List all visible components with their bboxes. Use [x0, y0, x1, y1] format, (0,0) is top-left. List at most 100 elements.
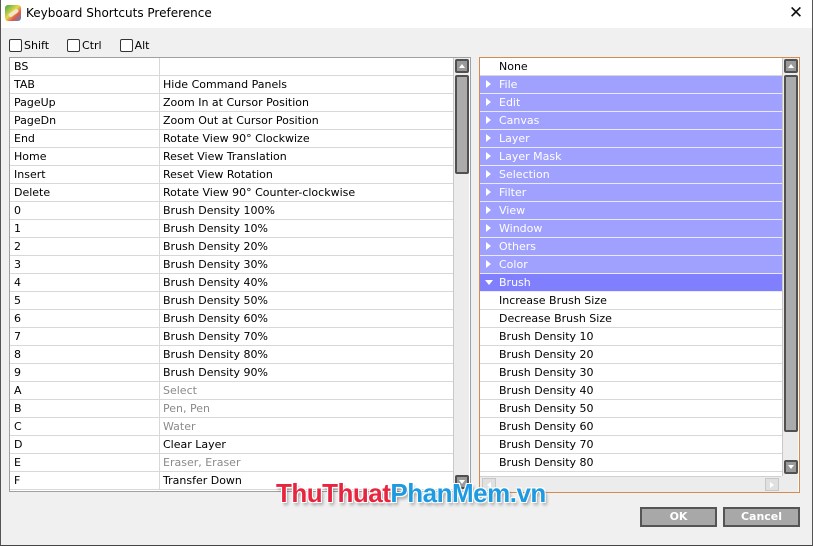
ok-button[interactable]: OK — [640, 507, 717, 527]
shortcut-row[interactable]: 1 Brush Density 10% — [10, 220, 454, 238]
cancel-button[interactable]: Cancel — [723, 507, 800, 527]
shortcut-action[interactable]: Eraser, Eraser — [160, 454, 454, 471]
shortcut-row[interactable]: Insert Reset View Rotation — [10, 166, 454, 184]
shortcut-row[interactable]: E Eraser, Eraser — [10, 454, 454, 472]
shortcut-row[interactable]: 3 Brush Density 30% — [10, 256, 454, 274]
tree-item[interactable]: Brush Density 40 — [480, 382, 782, 400]
tree-category[interactable]: Color — [480, 256, 782, 274]
shift-checkbox[interactable] — [9, 38, 22, 52]
shortcut-row[interactable]: 8 Brush Density 80% — [10, 346, 454, 364]
shortcut-action[interactable]: Brush Density 50% — [160, 292, 454, 309]
tree-label: Brush Density 20 — [499, 348, 594, 361]
shortcut-action[interactable]: Hide Command Panels — [160, 76, 454, 93]
shortcut-row[interactable]: 7 Brush Density 70% — [10, 328, 454, 346]
command-tree-vscrollbar[interactable] — [782, 58, 798, 476]
shortcut-action[interactable]: Brush Density 90% — [160, 364, 454, 381]
ctrl-checkbox[interactable] — [67, 38, 81, 52]
tree-category[interactable]: View — [480, 202, 782, 220]
tree-category[interactable]: Filter — [480, 184, 782, 202]
scroll-thumb[interactable] — [455, 75, 469, 174]
tree-item[interactable]: Decrease Brush Size — [480, 310, 782, 328]
tree-item[interactable]: Brush Density 30 — [480, 364, 782, 382]
shortcut-action[interactable]: Brush Density 10% — [160, 220, 454, 237]
tree-label: Brush — [499, 276, 531, 289]
shortcut-row[interactable]: 2 Brush Density 20% — [10, 238, 454, 256]
shortcut-row[interactable]: End Rotate View 90° Clockwize — [10, 130, 454, 148]
collapsed-triangle-icon[interactable] — [486, 242, 491, 250]
shortcut-row[interactable]: B Pen, Pen — [10, 400, 454, 418]
scroll-up-button[interactable] — [784, 59, 798, 73]
shortcut-action[interactable]: Zoom In at Cursor Position — [160, 94, 454, 111]
tree-item[interactable]: Brush Density 60 — [480, 418, 782, 436]
tree-category[interactable]: Layer Mask — [480, 148, 782, 166]
shortcut-row[interactable]: 0 Brush Density 100% — [10, 202, 454, 220]
shortcut-row[interactable]: PageDn Zoom Out at Cursor Position — [10, 112, 454, 130]
tree-category[interactable]: Layer — [480, 130, 782, 148]
shortcut-row[interactable]: 4 Brush Density 40% — [10, 274, 454, 292]
collapsed-triangle-icon[interactable] — [486, 188, 491, 196]
shortcut-action[interactable]: Brush Density 40% — [160, 274, 454, 291]
collapsed-triangle-icon[interactable] — [486, 260, 491, 268]
shortcut-action[interactable]: Brush Density 30% — [160, 256, 454, 273]
shortcut-action[interactable]: Brush Density 20% — [160, 238, 454, 255]
shortcut-row[interactable]: TAB Hide Command Panels — [10, 76, 454, 94]
shortcut-row[interactable]: Delete Rotate View 90° Counter-clockwise — [10, 184, 454, 202]
tree-category[interactable]: Canvas — [480, 112, 782, 130]
modifier-ctrl[interactable]: Ctrl — [67, 37, 102, 53]
collapsed-triangle-icon[interactable] — [486, 134, 491, 142]
shortcut-table-scrollbar[interactable] — [453, 58, 469, 491]
shortcut-row[interactable]: 9 Brush Density 90% — [10, 364, 454, 382]
scroll-up-button[interactable] — [455, 59, 469, 73]
collapsed-triangle-icon[interactable] — [486, 152, 491, 160]
collapsed-triangle-icon[interactable] — [486, 98, 491, 106]
shortcut-row[interactable]: Home Reset View Translation — [10, 148, 454, 166]
collapsed-triangle-icon[interactable] — [486, 206, 491, 214]
shortcut-row[interactable]: C Water — [10, 418, 454, 436]
shortcut-action[interactable]: Pen, Pen — [160, 400, 454, 417]
modifier-shift[interactable]: Shift — [9, 37, 49, 53]
tree-item[interactable]: Brush Density 20 — [480, 346, 782, 364]
shortcut-row[interactable]: PageUp Zoom In at Cursor Position — [10, 94, 454, 112]
scroll-thumb[interactable] — [784, 75, 798, 432]
scroll-right-button[interactable] — [765, 478, 779, 491]
shortcut-action[interactable]: Rotate View 90° Clockwize — [160, 130, 454, 147]
collapsed-triangle-icon[interactable] — [486, 224, 491, 232]
shortcut-row[interactable]: A Select — [10, 382, 454, 400]
shortcut-action[interactable]: Brush Density 80% — [160, 346, 454, 363]
tree-category[interactable]: Others — [480, 238, 782, 256]
tree-item[interactable]: Brush Density 80 — [480, 454, 782, 472]
tree-item[interactable]: Increase Brush Size — [480, 292, 782, 310]
shortcut-action[interactable]: Brush Density 60% — [160, 310, 454, 327]
shortcut-action[interactable]: Zoom Out at Cursor Position — [160, 112, 454, 129]
shortcut-row[interactable]: 6 Brush Density 60% — [10, 310, 454, 328]
tree-category[interactable]: Window — [480, 220, 782, 238]
shortcut-action[interactable]: Reset View Translation — [160, 148, 454, 165]
shortcut-row[interactable]: 5 Brush Density 50% — [10, 292, 454, 310]
scroll-down-button[interactable] — [784, 460, 798, 474]
tree-category[interactable]: Selection — [480, 166, 782, 184]
tree-item[interactable]: None — [480, 58, 782, 76]
shortcut-action[interactable]: Clear Layer — [160, 436, 454, 453]
close-button[interactable]: ✕ — [784, 2, 808, 24]
tree-category[interactable]: Brush — [480, 274, 782, 292]
shortcut-row[interactable]: BS — [10, 58, 454, 76]
shortcut-action[interactable]: Brush Density 100% — [160, 202, 454, 219]
modifier-alt[interactable]: Alt — [119, 37, 150, 53]
shortcut-action[interactable] — [160, 58, 454, 75]
tree-item[interactable]: Brush Density 70 — [480, 436, 782, 454]
shortcut-action[interactable]: Rotate View 90° Counter-clockwise — [160, 184, 454, 201]
tree-item[interactable]: Brush Density 10 — [480, 328, 782, 346]
tree-item[interactable]: Brush Density 50 — [480, 400, 782, 418]
shortcut-action[interactable]: Select — [160, 382, 454, 399]
expanded-triangle-icon[interactable] — [485, 280, 493, 285]
tree-category[interactable]: File — [480, 76, 782, 94]
alt-checkbox[interactable] — [119, 38, 133, 52]
tree-category[interactable]: Edit — [480, 94, 782, 112]
shortcut-row[interactable]: D Clear Layer — [10, 436, 454, 454]
shortcut-action[interactable]: Reset View Rotation — [160, 166, 454, 183]
collapsed-triangle-icon[interactable] — [486, 116, 491, 124]
shortcut-action[interactable]: Water — [160, 418, 454, 435]
collapsed-triangle-icon[interactable] — [486, 170, 491, 178]
shortcut-action[interactable]: Brush Density 70% — [160, 328, 454, 345]
collapsed-triangle-icon[interactable] — [486, 80, 491, 88]
